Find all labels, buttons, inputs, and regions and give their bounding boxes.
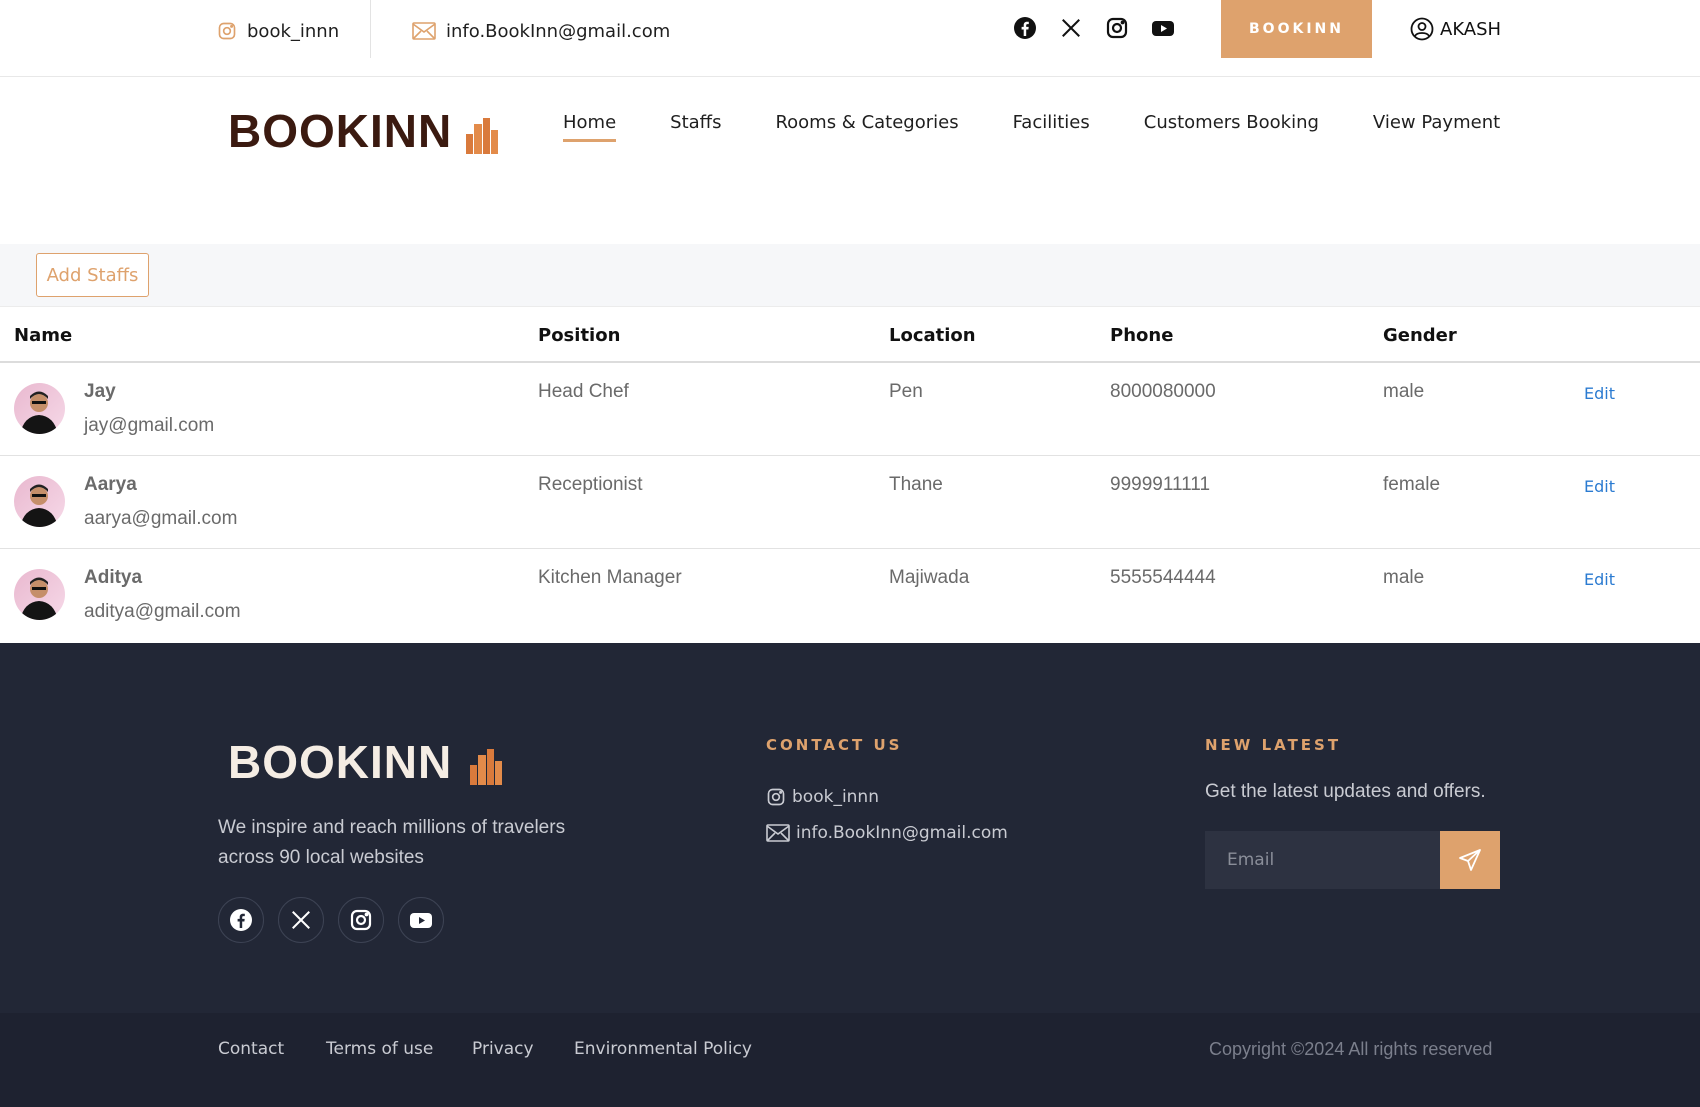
- staff-location: Pen: [889, 381, 923, 402]
- bottom-link-privacy[interactable]: Privacy: [472, 1039, 534, 1059]
- social-links: [1013, 16, 1175, 40]
- top-bar: book_innn info.BookInn@gmail.com BOOKINN…: [0, 0, 1700, 77]
- nav-item-home[interactable]: Home: [563, 112, 617, 142]
- instagram-icon[interactable]: [338, 897, 384, 943]
- edit-link[interactable]: Edit: [1584, 570, 1615, 589]
- column-header-location: Location: [889, 325, 976, 346]
- staff-gender: male: [1383, 381, 1425, 402]
- youtube-icon[interactable]: [398, 897, 444, 943]
- staff-name: Jay: [84, 381, 116, 402]
- nav-item-rooms[interactable]: Rooms & Categories: [775, 112, 958, 142]
- staff-email: aditya@gmail.com: [84, 601, 241, 622]
- facebook-icon[interactable]: [1013, 16, 1037, 40]
- instagram-handle: book_innn: [247, 20, 340, 42]
- staff-gender: female: [1383, 474, 1441, 495]
- send-icon: [1459, 849, 1481, 871]
- staff-position: Kitchen Manager: [538, 567, 682, 588]
- column-header-phone: Phone: [1110, 325, 1174, 346]
- bottom-link-terms[interactable]: Terms of use: [326, 1039, 433, 1059]
- footer: BOOKINN We inspire and reach millions of…: [0, 643, 1700, 1013]
- mail-icon: [412, 22, 436, 40]
- footer-logo[interactable]: BOOKINN: [228, 739, 504, 785]
- newsletter-email-input[interactable]: [1205, 831, 1440, 889]
- edit-link[interactable]: Edit: [1584, 384, 1615, 403]
- instagram-icon: [218, 22, 236, 40]
- table-row: Aditya aditya@gmail.com Kitchen Manager …: [0, 549, 1700, 642]
- x-icon[interactable]: [1059, 16, 1083, 40]
- bottom-bar: Contact Terms of use Privacy Environment…: [0, 1013, 1700, 1107]
- divider: [370, 0, 371, 58]
- staff-gender: male: [1383, 567, 1425, 588]
- staff-name: Aditya: [84, 567, 143, 588]
- staff-location: Thane: [889, 474, 943, 495]
- nav-menu: Home Staffs Rooms & Categories Facilitie…: [563, 112, 1500, 142]
- mail-icon: [766, 824, 790, 842]
- user-name: AKASH: [1440, 18, 1502, 40]
- footer-email-address: info.BookInn@gmail.com: [796, 823, 1008, 843]
- youtube-icon[interactable]: [1151, 16, 1175, 40]
- footer-email-link[interactable]: info.BookInn@gmail.com: [766, 823, 1008, 843]
- staff-email: aarya@gmail.com: [84, 508, 238, 529]
- table-row: Aarya aarya@gmail.com Receptionist Thane…: [0, 456, 1700, 549]
- latest-text: Get the latest updates and offers.: [1205, 781, 1486, 802]
- contact-heading: CONTACT US: [766, 736, 903, 754]
- staff-location: Majiwada: [889, 567, 970, 588]
- bottom-link-environmental-policy[interactable]: Environmental Policy: [574, 1039, 752, 1059]
- instagram-contact[interactable]: book_innn: [217, 0, 339, 62]
- staff-phone: 5555544444: [1110, 567, 1216, 588]
- email-address: info.BookInn@gmail.com: [446, 20, 671, 42]
- staff-position: Receptionist: [538, 474, 643, 495]
- bottom-link-contact[interactable]: Contact: [218, 1039, 284, 1059]
- logo-text: BOOKINN: [228, 105, 453, 157]
- nav-item-view-payment[interactable]: View Payment: [1373, 112, 1500, 142]
- staff-table: Name Position Location Phone Gender Jay …: [0, 306, 1700, 642]
- user-menu[interactable]: AKASH: [1410, 17, 1501, 41]
- newsletter-send-button[interactable]: [1440, 831, 1500, 889]
- staff-phone: 8000080000: [1110, 381, 1216, 402]
- staff-phone: 9999911111: [1110, 474, 1211, 495]
- table-header: Name Position Location Phone Gender: [0, 306, 1700, 363]
- add-staffs-button[interactable]: Add Staffs: [36, 253, 149, 297]
- building-icon: [466, 118, 499, 154]
- logo[interactable]: BOOKINN: [228, 108, 500, 154]
- edit-link[interactable]: Edit: [1584, 477, 1615, 496]
- x-icon[interactable]: [278, 897, 324, 943]
- building-icon: [470, 749, 503, 785]
- instagram-icon[interactable]: [1105, 16, 1129, 40]
- main-navbar: BOOKINN Home Staffs Rooms & Categories F…: [0, 78, 1700, 243]
- staff-email: jay@gmail.com: [84, 415, 215, 436]
- facebook-icon[interactable]: [218, 897, 264, 943]
- nav-item-staffs[interactable]: Staffs: [670, 112, 721, 142]
- staff-name: Aarya: [84, 474, 137, 495]
- nav-item-customers-booking[interactable]: Customers Booking: [1144, 112, 1319, 142]
- latest-heading: NEW LATEST: [1205, 736, 1342, 754]
- column-header-position: Position: [538, 325, 621, 346]
- instagram-icon: [767, 788, 785, 806]
- table-row: Jay jay@gmail.com Head Chef Pen 80000800…: [0, 363, 1700, 456]
- avatar: [14, 383, 65, 434]
- email-contact[interactable]: info.BookInn@gmail.com: [412, 0, 670, 62]
- column-header-gender: Gender: [1383, 325, 1457, 346]
- nav-item-facilities[interactable]: Facilities: [1013, 112, 1090, 142]
- footer-social-links: [218, 897, 444, 943]
- column-header-name: Name: [14, 325, 73, 346]
- staff-position: Head Chef: [538, 381, 629, 402]
- copyright: Copyright ©2024 All rights reserved: [1209, 1039, 1493, 1059]
- avatar: [14, 476, 65, 527]
- avatar: [14, 569, 65, 620]
- staff-toolbar: Add Staffs: [0, 244, 1700, 306]
- footer-instagram-link[interactable]: book_innn: [766, 787, 879, 807]
- user-icon: [1410, 17, 1434, 41]
- footer-tagline: We inspire and reach millions of travele…: [218, 817, 566, 868]
- footer-logo-text: BOOKINN: [228, 736, 453, 788]
- footer-instagram-handle: book_innn: [792, 787, 879, 807]
- bookinn-button[interactable]: BOOKINN: [1221, 0, 1372, 58]
